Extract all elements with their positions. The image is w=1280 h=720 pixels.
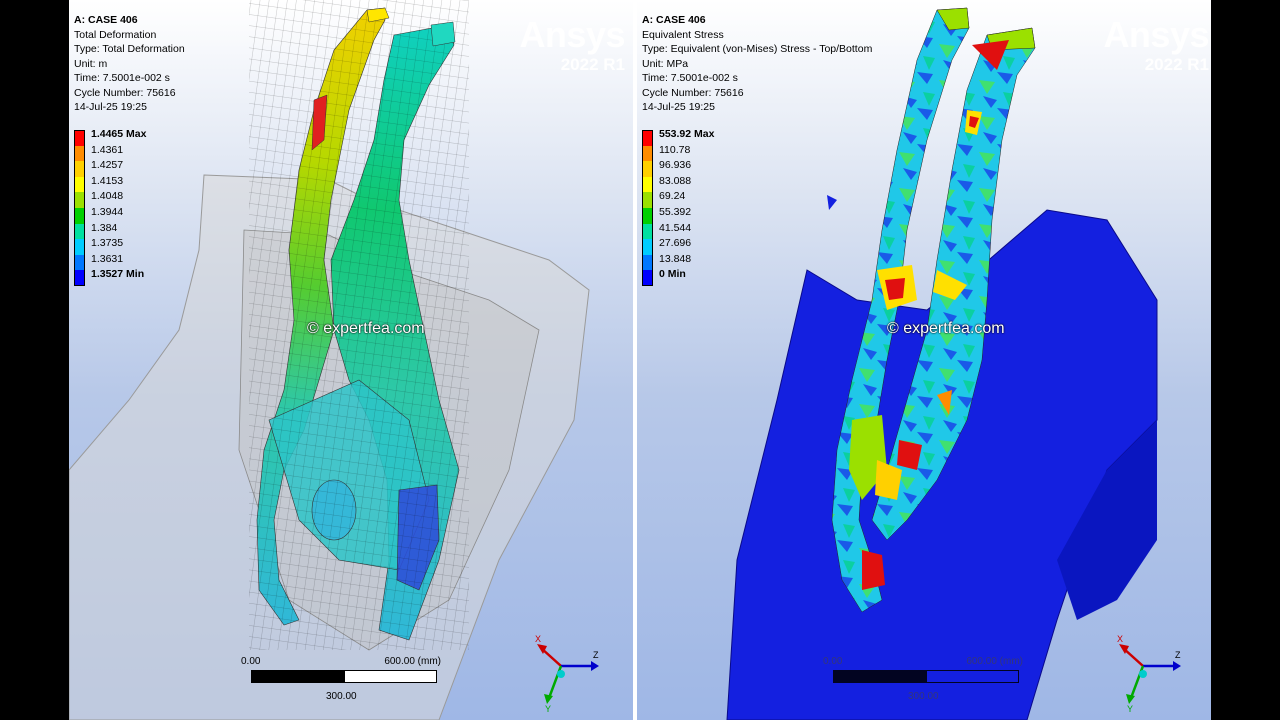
ansys-logo: Ansys 2022 R1 xyxy=(1103,16,1209,74)
result-type: Type: Equivalent (von-Mises) Stress - To… xyxy=(642,43,873,55)
legend-swatch xyxy=(74,223,85,240)
legend-label: 1.3527 Min xyxy=(91,268,145,281)
legend-label: 553.92 Max xyxy=(659,128,715,140)
scale-bar xyxy=(833,670,1019,683)
result-unit: Unit: m xyxy=(74,57,108,70)
scale-bar-segment xyxy=(252,671,345,682)
watermark: © expertfea.com xyxy=(887,320,1005,337)
viewport-total-deformation[interactable]: A: CASE 406 Total Deformation Type: Tota… xyxy=(69,0,633,720)
legend-swatch xyxy=(74,270,85,286)
result-time: Time: 7.5001e-002 s xyxy=(74,72,170,84)
result-info: A: CASE 406 Equivalent Stress Type: Equi… xyxy=(642,13,872,115)
legend-swatch xyxy=(642,161,653,177)
scale-mid: 300.00 xyxy=(326,691,357,702)
legend-label: 27.696 xyxy=(659,237,692,250)
scale-mid: 300.00 xyxy=(908,691,939,702)
legend-label: 1.4361 xyxy=(91,143,124,156)
legend-swatch xyxy=(74,239,85,255)
scale-ruler: 0.00 600.00 (mm) 300.00 xyxy=(241,656,441,706)
result-unit: Unit: MPa xyxy=(642,57,689,70)
axis-y-label: Y xyxy=(545,704,551,712)
axis-z-label: Z xyxy=(1175,650,1181,660)
legend-label: 1.3735 xyxy=(91,237,124,250)
scale-ruler: 0.00 600.00 (mm) 300.00 xyxy=(823,656,1023,706)
legend-swatch xyxy=(642,270,653,286)
legend-swatch xyxy=(642,207,653,224)
watermark: © expertfea.com xyxy=(307,320,425,337)
legend-label: 55.392 xyxy=(659,205,692,218)
axis-z-label: Z xyxy=(593,650,599,660)
result-date: 14-Jul-25 19:25 xyxy=(642,101,715,113)
legend-swatch xyxy=(74,207,85,224)
stress-fragment xyxy=(827,195,837,210)
legend-swatch xyxy=(642,254,653,271)
scale-end: 600.00 (mm) xyxy=(966,656,1023,667)
axis-y-label: Y xyxy=(1127,704,1133,712)
axis-x-label: X xyxy=(535,634,541,644)
axis-triad[interactable]: X Z Y xyxy=(531,632,601,712)
legend-swatch xyxy=(74,176,85,193)
logo-brand: Ansys xyxy=(519,14,625,55)
result-name: Total Deformation xyxy=(74,28,157,41)
legend-swatch xyxy=(74,254,85,271)
result-type: Type: Total Deformation xyxy=(74,43,185,55)
result-cycle: Cycle Number: 75616 xyxy=(74,86,176,99)
legend-label: 1.4257 xyxy=(91,159,124,172)
scale-bar xyxy=(251,670,437,683)
legend-swatch xyxy=(642,145,653,162)
legend-swatch xyxy=(74,145,85,162)
viewport-equivalent-stress[interactable]: A: CASE 406 Equivalent Stress Type: Equi… xyxy=(637,0,1211,720)
legend-swatch xyxy=(642,223,653,240)
case-title: A: CASE 406 xyxy=(642,14,706,26)
scale-start: 0.00 xyxy=(823,656,843,667)
legend-swatch xyxy=(74,192,85,208)
result-name: Equivalent Stress xyxy=(642,28,724,41)
result-time: Time: 7.5001e-002 s xyxy=(642,72,738,84)
legend-label: 110.78 xyxy=(659,143,691,156)
case-title: A: CASE 406 xyxy=(74,14,138,26)
legend-label: 0 Min xyxy=(659,268,686,281)
result-date: 14-Jul-25 19:25 xyxy=(74,101,147,113)
legend-label: 1.4048 xyxy=(91,190,124,203)
legend-label: 1.384 xyxy=(91,221,118,234)
ansys-logo: Ansys 2022 R1 xyxy=(519,16,625,74)
axis-x-label: X xyxy=(1117,634,1123,644)
scale-end: 600.00 (mm) xyxy=(384,656,441,667)
legend-label: 96.936 xyxy=(659,159,692,172)
scale-start: 0.00 xyxy=(241,656,261,667)
legend-swatch xyxy=(74,161,85,177)
legend-swatch xyxy=(642,176,653,193)
legend-label: 41.544 xyxy=(659,221,692,234)
logo-brand: Ansys xyxy=(1103,14,1209,55)
legend-swatch xyxy=(642,192,653,208)
legend-swatch xyxy=(642,130,653,146)
legend-swatch xyxy=(74,130,85,146)
legend-label: 1.3631 xyxy=(91,252,124,265)
legend-label: 1.3944 xyxy=(91,205,124,218)
legend-label: 69.24 xyxy=(659,190,686,203)
scale-bar-segment xyxy=(834,671,927,682)
legend-label: 1.4465 Max xyxy=(91,128,147,140)
logo-version: 2022 R1 xyxy=(560,55,625,74)
legend-label: 83.088 xyxy=(659,174,692,187)
legend-swatch xyxy=(642,239,653,255)
result-info: A: CASE 406 Total Deformation Type: Tota… xyxy=(74,13,185,115)
axis-triad[interactable]: X Z Y xyxy=(1113,632,1183,712)
legend-label: 1.4153 xyxy=(91,174,124,187)
result-cycle: Cycle Number: 75616 xyxy=(642,86,744,99)
logo-version: 2022 R1 xyxy=(1144,55,1209,74)
legend-label: 13.848 xyxy=(659,252,692,265)
